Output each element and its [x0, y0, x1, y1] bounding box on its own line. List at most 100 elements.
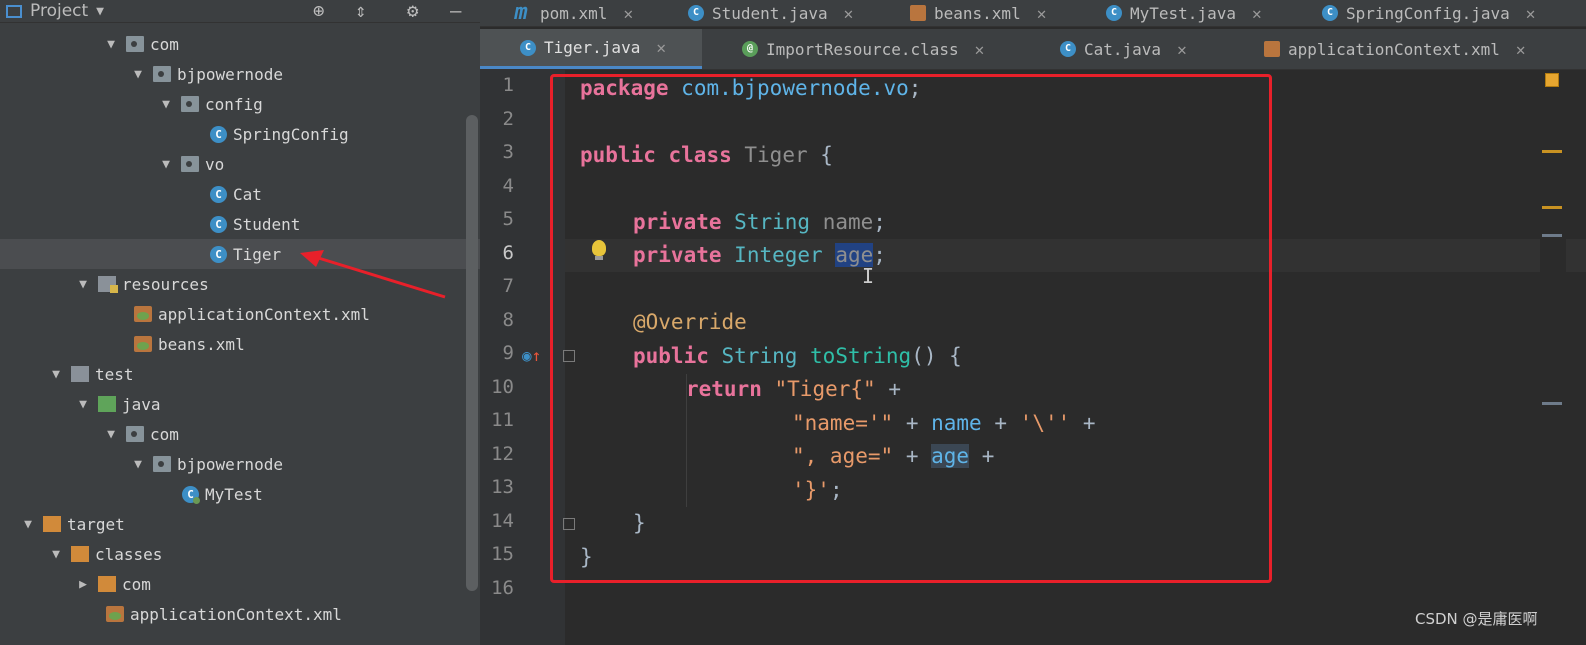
package-icon: [126, 426, 144, 442]
tab-label: applicationContext.xml: [1288, 39, 1500, 59]
expand-arrow-icon[interactable]: ▼: [159, 157, 173, 172]
expand-arrow-icon[interactable]: ▼: [76, 397, 90, 412]
tree-item-label: bjpowernode: [177, 64, 283, 84]
line-number: 14: [491, 510, 514, 532]
close-icon[interactable]: ✕: [1252, 4, 1262, 23]
line-number: 11: [491, 409, 514, 431]
close-icon[interactable]: ✕: [1526, 4, 1536, 23]
tree-item[interactable]: ▼ test: [0, 359, 480, 389]
tree-item-label: com: [122, 574, 151, 594]
tab-importresource[interactable]: @ ImportResource.class ✕: [742, 29, 984, 69]
gear-icon[interactable]: ⚙: [407, 0, 418, 22]
package-icon: [181, 156, 199, 172]
close-icon[interactable]: ✕: [1516, 40, 1526, 59]
hide-icon[interactable]: —: [450, 0, 461, 22]
tree-item-label: Cat: [233, 184, 262, 204]
xml-file-icon: [106, 606, 124, 622]
expand-arrow-icon[interactable]: ▼: [131, 457, 145, 472]
expand-arrow-icon[interactable]: ▼: [159, 97, 173, 112]
tree-item[interactable]: ▼ java: [0, 389, 480, 419]
tree-item[interactable]: ▼ bjpowernode: [0, 59, 480, 89]
class-icon: C: [1106, 5, 1122, 21]
tree-item[interactable]: applicationContext.xml: [0, 599, 480, 629]
tab-applicationcontext[interactable]: applicationContext.xml ✕: [1264, 29, 1526, 69]
tree-item-label: com: [150, 424, 179, 444]
tree-item-label: SpringConfig: [233, 124, 349, 144]
expand-arrow-icon[interactable]: ▼: [76, 277, 90, 292]
tab-mytest[interactable]: C MyTest.java ✕: [1106, 0, 1262, 26]
project-panel-title[interactable]: Project: [30, 1, 88, 21]
line-number: 10: [491, 376, 514, 398]
close-icon[interactable]: ✕: [844, 4, 854, 23]
tab-springconfig[interactable]: C SpringConfig.java ✕: [1322, 0, 1535, 26]
class-icon: C: [520, 39, 536, 56]
class-icon: C: [688, 5, 704, 21]
warning-marker[interactable]: [1542, 150, 1562, 153]
line-number: 15: [491, 543, 514, 565]
expand-arrow-icon[interactable]: ▼: [131, 67, 145, 82]
tab-label: Tiger.java: [544, 38, 641, 57]
usage-marker[interactable]: [1542, 234, 1562, 237]
test-class-icon: C: [182, 485, 200, 504]
annotation-highlight-box: [550, 74, 1272, 583]
tree-item-label: MyTest: [205, 484, 263, 504]
tree-item[interactable]: ▶ com: [0, 569, 480, 599]
locate-icon[interactable]: ⊕: [313, 0, 324, 22]
close-icon[interactable]: ✕: [1037, 4, 1047, 23]
project-scrollbar[interactable]: [466, 115, 478, 591]
tab-tiger[interactable]: C Tiger.java ✕: [480, 29, 702, 69]
line-number: 5: [502, 208, 514, 230]
tree-item[interactable]: ▼ vo: [0, 149, 480, 179]
expand-arrow-icon[interactable]: ▼: [49, 367, 63, 382]
tree-item-label: target: [67, 514, 125, 534]
tree-item[interactable]: ▼ classes: [0, 539, 480, 569]
close-icon[interactable]: ✕: [1177, 40, 1187, 59]
tree-item-label: applicationContext.xml: [130, 604, 342, 624]
tree-item[interactable]: beans.xml: [0, 329, 480, 359]
close-icon[interactable]: ✕: [656, 38, 666, 57]
project-view-icon: [6, 4, 22, 18]
tree-item-label: Student: [233, 214, 301, 234]
chevron-down-icon[interactable]: ▼: [96, 4, 104, 19]
tab-pom[interactable]: m pom.xml ✕: [510, 0, 633, 26]
expand-arrow-icon[interactable]: ▶: [76, 577, 90, 592]
expand-arrow-icon[interactable]: ▼: [21, 517, 35, 532]
line-number: 7: [502, 275, 514, 297]
override-marker-icon[interactable]: ◉↑: [522, 346, 541, 365]
tree-item[interactable]: C SpringConfig: [0, 119, 480, 149]
tree-item[interactable]: ▼ com: [0, 419, 480, 449]
collapse-all-icon[interactable]: ⇕: [355, 0, 366, 22]
tree-item[interactable]: ▼ com: [0, 29, 480, 59]
warning-icon[interactable]: [1545, 73, 1559, 87]
class-icon: C: [210, 185, 227, 203]
annotation-icon: @: [742, 41, 758, 57]
line-number: 9: [502, 342, 514, 364]
line-number: 6: [502, 242, 514, 264]
tree-item[interactable]: ▼ bjpowernode: [0, 449, 480, 479]
excluded-folder-icon: [98, 576, 116, 592]
warning-marker[interactable]: [1542, 206, 1562, 209]
test-folder-icon: [98, 396, 116, 412]
tab-student[interactable]: C Student.java ✕: [688, 0, 853, 26]
tree-item[interactable]: C Cat: [0, 179, 480, 209]
expand-arrow-icon[interactable]: ▼: [104, 427, 118, 442]
expand-arrow-icon[interactable]: ▼: [49, 547, 63, 562]
tree-item-label: classes: [95, 544, 163, 564]
tab-cat[interactable]: C Cat.java ✕: [1060, 29, 1187, 69]
tree-item[interactable]: C MyTest: [0, 479, 480, 509]
expand-arrow-icon[interactable]: ▼: [104, 37, 118, 52]
editor-scrollbar[interactable]: [1540, 70, 1566, 645]
line-number: 13: [491, 476, 514, 498]
tree-item[interactable]: ▼ config: [0, 89, 480, 119]
project-panel: Project ▼ ⊕ ⇕ ⚙ — ▼ com ▼ bjpowernode ▼ …: [0, 0, 480, 645]
class-icon: C: [210, 215, 227, 233]
tree-item[interactable]: ▼ target: [0, 509, 480, 539]
tree-item-label: resources: [122, 274, 209, 294]
close-icon[interactable]: ✕: [975, 40, 985, 59]
tree-item[interactable]: C Student: [0, 209, 480, 239]
tab-beans[interactable]: beans.xml ✕: [910, 0, 1046, 26]
line-number: 1: [502, 74, 514, 96]
maven-icon: m: [514, 0, 528, 25]
usage-marker[interactable]: [1542, 402, 1562, 405]
close-icon[interactable]: ✕: [623, 4, 633, 23]
